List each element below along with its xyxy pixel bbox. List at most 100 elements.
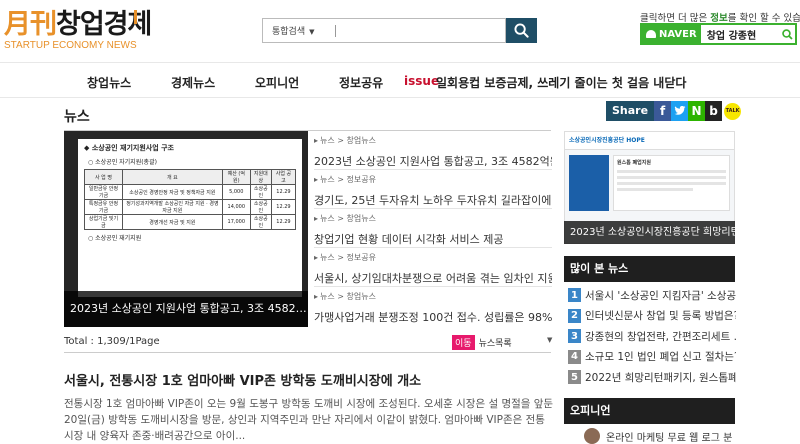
list-item[interactable]: ▸ 뉴스 > 창업뉴스 창업기업 현황 데이터 시각화 서비스 제공: [314, 209, 552, 248]
list-divider: [64, 352, 551, 353]
doc-subtitle-2: ○ 소상공인 재기지원: [88, 235, 142, 242]
rank-badge: 4: [568, 349, 581, 364]
naver-query: 창업 강종현: [706, 30, 757, 42]
share-label: Share: [606, 101, 655, 121]
logo-accent-bar: [134, 10, 137, 24]
doc-th: 개 요: [121, 169, 223, 185]
thumb-menu-label: 원스톱 폐업지원: [617, 160, 651, 166]
list-item[interactable]: 1 서울시 '소상공인 지킴자금' 소상공...: [568, 285, 736, 306]
article-category: 뉴스 > 정보공유: [320, 253, 376, 262]
article-title[interactable]: 2023년 소상공인 지원사업 통합공고, 3조 4582억원 규모 ...: [314, 153, 552, 169]
article-title[interactable]: 서울시, 상기임대차분쟁으로 어려움 겪는 임차인 지원서 ...: [314, 270, 552, 286]
thumb-line: [617, 170, 726, 173]
doc-td: 12.29: [270, 214, 297, 230]
thumb-body: 원스톱 폐업지원: [565, 150, 734, 216]
doc-td: 상업기금 및기금: [84, 214, 123, 230]
opinion-header: 오피니언: [564, 398, 735, 424]
kakaotalk-icon[interactable]: TALK: [724, 102, 742, 120]
article-category: 뉴스 > 창업뉴스: [320, 214, 376, 223]
nav-info-share[interactable]: 정보공유: [339, 74, 383, 91]
popular-news-header: 많이 본 뉴스: [564, 256, 735, 282]
naver-blog-icon[interactable]: N: [688, 101, 706, 121]
search-scope-select[interactable]: 통합검색 ▼: [263, 24, 335, 37]
doc-td: 소상공인 경영안정 자금 및 정책자금 지원: [121, 184, 223, 200]
opinion-item[interactable]: 온라인 마케팅 무료 웹 로그 분: [584, 428, 732, 444]
naver-tip: 클릭하면 더 많은 정보를 확인 할 수 있습니다: [640, 10, 800, 24]
naver-logo: NAVER: [642, 25, 701, 43]
thumb-panel: [569, 155, 609, 211]
main-article-title[interactable]: 서울시, 전통시장 1호 엄마아빠 VIP존 방학동 도깨비시장에 개소: [64, 370, 421, 389]
share-bar: Share f N b TALK: [606, 101, 742, 121]
issue-tag: issue: [404, 74, 440, 88]
caret-right-icon: ▸: [314, 175, 319, 184]
nav-opinion[interactable]: 오피니언: [255, 74, 299, 91]
caret-right-icon: ▸: [314, 136, 319, 145]
popular-title: 인터넷신문사 창업 및 등록 방법은?: [585, 310, 736, 323]
list-item[interactable]: 4 소규모 1인 법인 폐업 신고 절차는?: [568, 347, 736, 368]
doc-td: 17,000: [221, 214, 251, 230]
doc-td: 소상공인: [249, 214, 272, 230]
doc-td: 특정금유 안정기금: [84, 199, 123, 215]
thumb-line: [617, 188, 694, 191]
news-list-select[interactable]: 이동 뉴스목록 ▼: [452, 335, 552, 350]
popular-title: 2022년 희망리턴패키지, 원스톱폐...: [585, 371, 736, 384]
nav-startup-news[interactable]: 창업뉴스: [87, 74, 131, 91]
naver-search-icon[interactable]: [779, 25, 795, 43]
doc-th: 사 업 명: [84, 169, 123, 185]
list-item[interactable]: ▸ 뉴스 > 창업뉴스 가맹사업거래 분쟁조정 100건 접수. 성립률은 98%…: [314, 287, 552, 326]
article-title[interactable]: 창업기업 현황 데이터 시각화 서비스 제공: [314, 231, 552, 247]
list-item[interactable]: ▸ 뉴스 > 창업뉴스 2023년 소상공인 지원사업 통합공고, 3조 4582…: [314, 131, 552, 170]
move-badge: 이동: [452, 335, 475, 350]
band-icon[interactable]: b: [705, 101, 723, 121]
site-logo[interactable]: 月刊창업경제: [4, 10, 152, 40]
featured-article[interactable]: ◆ 소상공인 재기지원사업 구조 ○ 소상공인 자기지원(총괄) 사 업 명 개…: [64, 131, 308, 327]
featured-caption[interactable]: 2023년 소상공인 지원사업 통합공고, 3조 4582억원 규모...: [64, 291, 308, 327]
doc-td: 소상공인: [249, 199, 272, 215]
caret-right-icon: ▸: [314, 292, 319, 301]
article-category: 뉴스 > 창업뉴스: [320, 292, 376, 301]
doc-th: 예산 (억원): [221, 169, 251, 185]
doc-td: 소상공인: [249, 184, 272, 200]
list-item[interactable]: ▸뉴스 > 정보공유 서울시, 상기임대차분쟁으로 어려움 겪는 임차인 지원서…: [314, 248, 552, 287]
search-button[interactable]: [506, 18, 537, 43]
list-item[interactable]: 5 2022년 희망리턴패키지, 원스톱폐...: [568, 367, 736, 388]
logo-subtitle: STARTUP ECONOMY NEWS: [4, 40, 137, 51]
chevron-down-icon: ▼: [309, 28, 315, 36]
article-list: ▸ 뉴스 > 창업뉴스 2023년 소상공인 지원사업 통합공고, 3조 4582…: [314, 131, 552, 326]
list-item[interactable]: ▸ 뉴스 > 정보공유 경기도, 25년 두자유치 노하우 두자유치 길라잡이에 …: [314, 170, 552, 209]
article-title[interactable]: 가맹사업거래 분쟁조정 100건 접수. 성립률은 98% 달성. ...: [314, 309, 552, 325]
search-input[interactable]: [336, 19, 505, 42]
doc-th: 사업 공고: [270, 169, 297, 185]
doc-td: 14,000: [221, 199, 251, 215]
section-title: 뉴스: [64, 109, 90, 125]
doc-table: 사 업 명 개 요 예산 (억원) 지원대상 사업 공고 일반금유 안정기금 소…: [84, 169, 297, 230]
article-title[interactable]: 경기도, 25년 두자유치 노하우 두자유치 길라잡이에 담았다: [314, 192, 552, 208]
caret-right-icon: ▸: [314, 253, 319, 262]
doc-th: 지원대상: [249, 169, 272, 185]
doc-title: ◆ 소상공인 재기지원사업 구조: [84, 144, 174, 152]
doc-td: 정기성과지역개발 소상공인 자금 지원 · 경영자금 지원: [121, 199, 223, 215]
naver-search-widget[interactable]: NAVER 창업 강종현: [640, 23, 797, 45]
list-item[interactable]: 3 강종현의 창업전략, 간편조리세트 ...: [568, 326, 736, 347]
nav-economy-news[interactable]: 경제뉴스: [171, 74, 215, 91]
twitter-icon[interactable]: [671, 101, 689, 121]
side-thumbnail-caption[interactable]: 2023년 소상공인시장진흥공단 희망리턴: [564, 221, 735, 244]
total-count: Total : 1,309/1Page: [64, 336, 160, 347]
list-item[interactable]: 2 인터넷신문사 창업 및 등록 방법은?: [568, 306, 736, 327]
popular-title: 소규모 1인 법인 폐업 신고 절차는?: [585, 351, 736, 364]
featured-image: ◆ 소상공인 재기지원사업 구조 ○ 소상공인 자기지원(총괄) 사 업 명 개…: [78, 139, 302, 297]
search-scope-label: 통합검색: [272, 27, 306, 37]
rank-badge: 1: [568, 288, 581, 303]
issue-headline-link[interactable]: 일회용컵 보증금제, 쓰레기 줄이는 첫 걸음 내닫다: [436, 74, 686, 91]
facebook-icon[interactable]: f: [654, 101, 672, 121]
search-box: 통합검색 ▼: [262, 18, 506, 43]
article-category: 뉴스 > 정보공유: [320, 175, 376, 184]
search-icon: [514, 23, 529, 38]
naver-brand: NAVER: [659, 28, 697, 40]
thumb-line: [617, 182, 726, 185]
opinion-title: 온라인 마케팅 무료 웹 로그 분: [606, 432, 733, 444]
doc-td: 5,000: [221, 184, 251, 200]
doc-td: 일반금유 안정기금: [84, 184, 123, 200]
popular-title: 서울시 '소상공인 지킴자금' 소상공...: [585, 289, 736, 302]
popular-news-list: 1 서울시 '소상공인 지킴자금' 소상공... 2 인터넷신문사 창업 및 등록 …: [568, 285, 736, 388]
